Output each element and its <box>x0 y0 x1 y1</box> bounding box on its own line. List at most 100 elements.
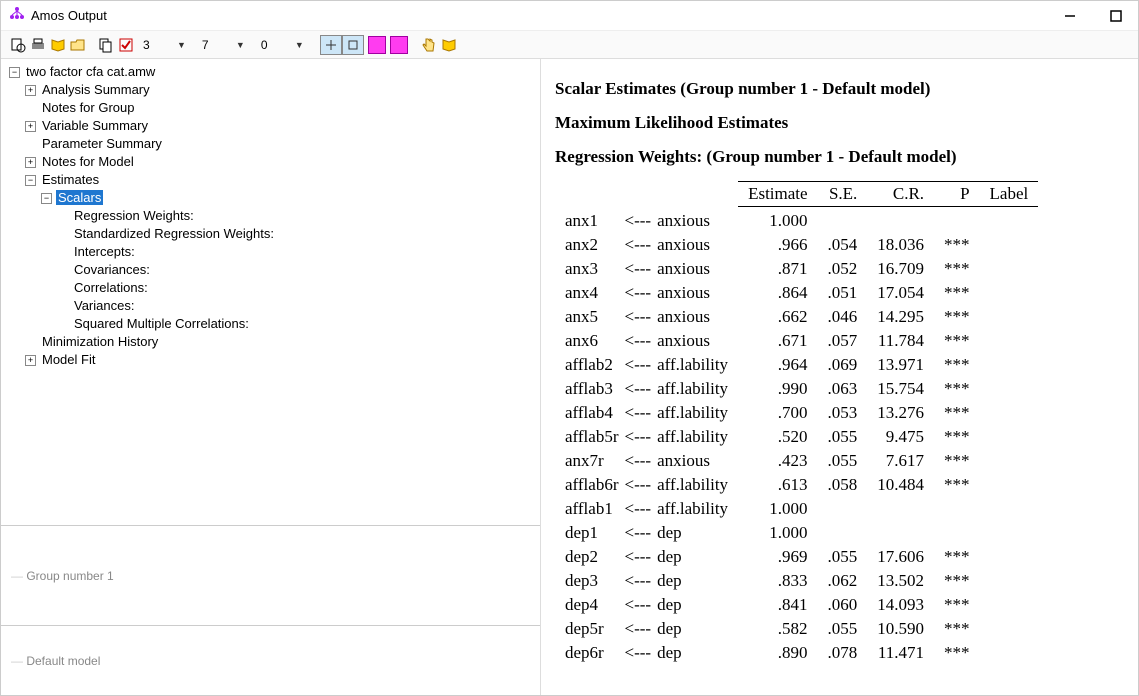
tree-item-variable-summary[interactable]: +Variable Summary <box>25 117 540 135</box>
cell-label <box>980 377 1039 401</box>
col-label: Label <box>980 182 1039 207</box>
cell-arrow: <--- <box>621 377 656 401</box>
cell-estimate: 1.000 <box>738 497 817 521</box>
cell-factor: dep <box>655 521 738 545</box>
cell-arrow: <--- <box>621 401 656 425</box>
tree-item-covariances[interactable]: Covariances: <box>57 261 540 279</box>
cell-arrow: <--- <box>621 497 656 521</box>
toolbar-combo-2[interactable]: 7▼ <box>198 38 247 52</box>
collapse-icon[interactable]: − <box>9 67 20 78</box>
cell-se <box>818 521 868 545</box>
cell-se: .055 <box>818 545 868 569</box>
tree-item-analysis-summary[interactable]: +Analysis Summary <box>25 81 540 99</box>
tree-root[interactable]: −two factor cfa cat.amw +Analysis Summar… <box>9 63 540 369</box>
color-picker-2[interactable] <box>390 36 408 54</box>
table-row: anx1<---anxious1.000 <box>555 207 1038 234</box>
cell-estimate: .423 <box>738 449 817 473</box>
cell-p: *** <box>934 233 980 257</box>
tree-item-notes-model[interactable]: +Notes for Model <box>25 153 540 171</box>
combo3-value: 0 <box>257 38 293 52</box>
cell-label <box>980 233 1039 257</box>
model-pane[interactable]: — Default model <box>1 625 540 695</box>
collapse-icon[interactable]: − <box>25 175 36 186</box>
tree-item-notes-group[interactable]: Notes for Group <box>25 99 540 117</box>
cell-factor: dep <box>655 641 738 665</box>
cell-se: .053 <box>818 401 868 425</box>
cell-cr: 18.036 <box>867 233 934 257</box>
cell-label <box>980 497 1039 521</box>
hand-icon[interactable] <box>420 36 438 54</box>
copy-icon[interactable] <box>97 36 115 54</box>
cell-factor: anxious <box>655 281 738 305</box>
print-preview-icon[interactable] <box>9 36 27 54</box>
cell-p: *** <box>934 641 980 665</box>
cell-cr: 17.054 <box>867 281 934 305</box>
titlebar: Amos Output <box>1 1 1138 31</box>
cell-variable: afflab2 <box>555 353 621 377</box>
tree-item-correlations[interactable]: Correlations: <box>57 279 540 297</box>
table-row: anx3<---anxious.871.05216.709*** <box>555 257 1038 281</box>
tree-item-model-fit[interactable]: +Model Fit <box>25 351 540 369</box>
cell-arrow: <--- <box>621 569 656 593</box>
cell-variable: afflab4 <box>555 401 621 425</box>
maximize-button[interactable] <box>1102 5 1130 27</box>
tree-item-variances[interactable]: Variances: <box>57 297 540 315</box>
cell-cr: 13.276 <box>867 401 934 425</box>
tree-item-smc[interactable]: Squared Multiple Correlations: <box>57 315 540 333</box>
tree-item-std-reg-weights[interactable]: Standardized Regression Weights: <box>57 225 540 243</box>
tree-item-reg-weights[interactable]: Regression Weights: <box>57 207 540 225</box>
cell-p: *** <box>934 569 980 593</box>
cell-se: .052 <box>818 257 868 281</box>
cell-se: .057 <box>818 329 868 353</box>
tree-item-intercepts[interactable]: Intercepts: <box>57 243 540 261</box>
expand-icon[interactable]: + <box>25 157 36 168</box>
collapse-icon[interactable]: − <box>41 193 52 204</box>
heading-reg-weights: Regression Weights: (Group number 1 - De… <box>555 147 1120 167</box>
options-icon[interactable] <box>117 36 135 54</box>
group-pane[interactable]: — Group number 1 <box>1 525 540 625</box>
cell-estimate: .969 <box>738 545 817 569</box>
expand-icon[interactable]: + <box>25 85 36 96</box>
expand-icon[interactable]: + <box>25 355 36 366</box>
table-row: dep6r<---dep.890.07811.471*** <box>555 641 1038 665</box>
cell-arrow: <--- <box>621 593 656 617</box>
tree-item-min-history[interactable]: Minimization History <box>25 333 540 351</box>
minimize-button[interactable] <box>1056 5 1084 27</box>
cell-factor: anxious <box>655 305 738 329</box>
cell-label <box>980 473 1039 497</box>
view-mode-1[interactable] <box>320 35 342 55</box>
cell-p: *** <box>934 617 980 641</box>
cell-arrow: <--- <box>621 329 656 353</box>
toolbar-combo-1[interactable]: 3▼ <box>139 38 188 52</box>
tree-item-scalars[interactable]: −Scalars Regression Weights: Standardize… <box>41 189 540 333</box>
cell-factor: anxious <box>655 329 738 353</box>
cell-estimate: .833 <box>738 569 817 593</box>
content-pane[interactable]: Scalar Estimates (Group number 1 - Defau… <box>541 59 1138 695</box>
color-picker-1[interactable] <box>368 36 386 54</box>
cell-arrow: <--- <box>621 353 656 377</box>
tree-item-parameter-summary[interactable]: Parameter Summary <box>25 135 540 153</box>
tree-item-estimates[interactable]: −Estimates −Scalars Regression Weights: … <box>25 171 540 333</box>
expand-icon[interactable]: + <box>25 121 36 132</box>
cell-variable: dep1 <box>555 521 621 545</box>
cell-factor: dep <box>655 545 738 569</box>
cell-cr: 14.295 <box>867 305 934 329</box>
group-label: Group number 1 <box>26 569 113 583</box>
toolbar-combo-3[interactable]: 0▼ <box>257 38 306 52</box>
cell-label <box>980 449 1039 473</box>
print-icon[interactable] <box>29 36 47 54</box>
book-icon[interactable] <box>49 36 67 54</box>
tree-root-label: two factor cfa cat.amw <box>24 64 157 79</box>
cell-variable: anx6 <box>555 329 621 353</box>
cell-se: .062 <box>818 569 868 593</box>
cell-factor: anxious <box>655 233 738 257</box>
book2-icon[interactable] <box>440 36 458 54</box>
app-window: Amos Output 3▼ 7▼ 0▼ <box>0 0 1139 696</box>
view-mode-2[interactable] <box>342 35 364 55</box>
cell-factor: anxious <box>655 449 738 473</box>
tree-pane[interactable]: −two factor cfa cat.amw +Analysis Summar… <box>1 59 540 525</box>
cell-p: *** <box>934 305 980 329</box>
open-icon[interactable] <box>69 36 87 54</box>
cell-label <box>980 353 1039 377</box>
cell-factor: aff.lability <box>655 401 738 425</box>
